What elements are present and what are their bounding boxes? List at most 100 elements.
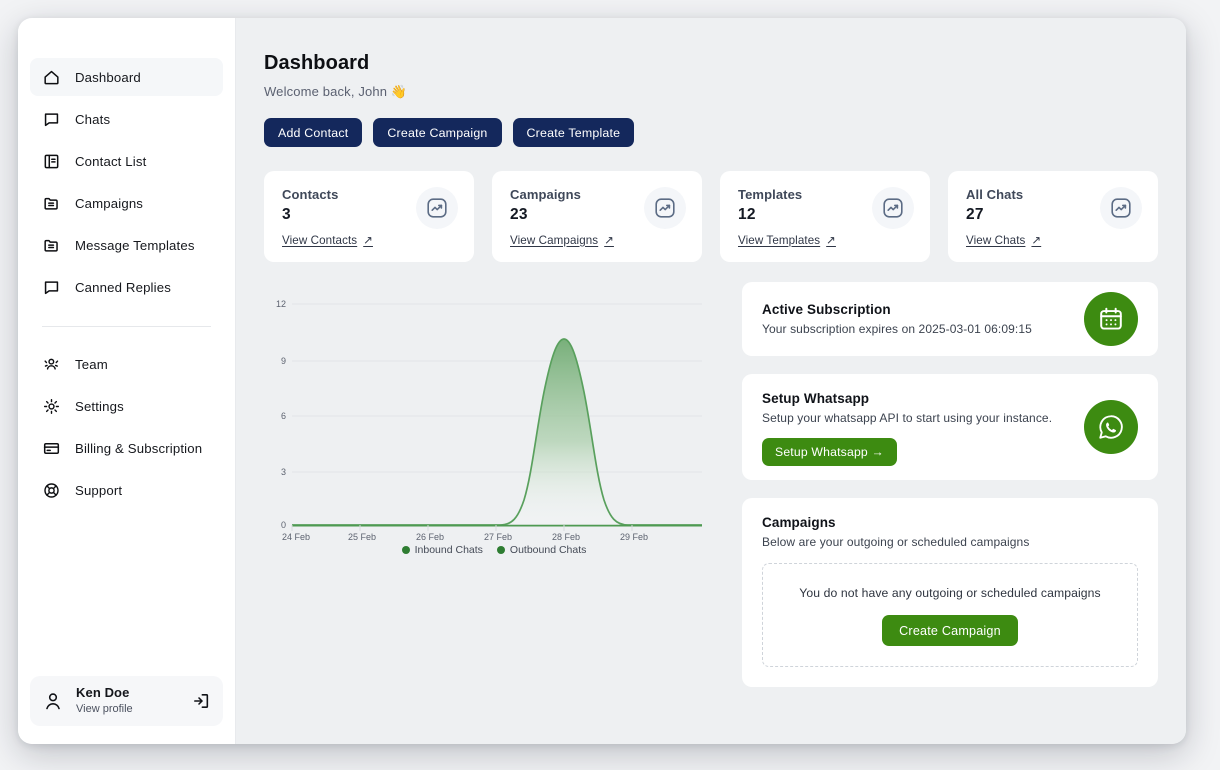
sidebar-item-billing-subscription[interactable]: Billing & Subscription (30, 429, 223, 467)
avatar (42, 690, 64, 712)
ytick-label: 0 (281, 520, 286, 530)
setup-whatsapp-button[interactable]: Setup Whatsapp → (762, 438, 897, 466)
sidebar-secondary-nav: Team Settings Billing & Subscription Sup… (18, 345, 235, 513)
trending-up-icon (644, 187, 686, 229)
view-campaigns-link[interactable]: View Campaigns ↗ (510, 233, 614, 248)
whatsapp-icon (1084, 400, 1138, 454)
sidebar-item-label: Dashboard (75, 69, 141, 85)
chart-area-fill (292, 339, 702, 525)
folder-icon (42, 236, 61, 255)
calendar-icon (1084, 292, 1138, 346)
legend-label: Inbound Chats (414, 544, 483, 556)
gear-icon (42, 397, 61, 416)
legend-color-dot (401, 546, 410, 554)
chart-legend: Inbound Chats Outbound Chats (264, 544, 724, 556)
sidebar-item-support[interactable]: Support (30, 471, 223, 509)
trending-up-icon (872, 187, 914, 229)
sidebar-item-label: Chats (75, 111, 111, 127)
chart-x-axis-labels: 24 Feb 25 Feb 26 Feb 27 Feb 28 Feb 29 Fe… (282, 532, 648, 542)
sidebar-item-settings[interactable]: Settings (30, 387, 223, 425)
whatsapp-title: Setup Whatsapp (762, 391, 870, 406)
sidebar-item-canned-replies[interactable]: Canned Replies (30, 268, 223, 306)
sidebar-item-campaigns[interactable]: Campaigns (30, 184, 223, 222)
home-icon (42, 68, 61, 87)
stat-card-all-chats: All Chats 27 View Chats ↗ (948, 171, 1158, 262)
chats-area-chart: 12 9 6 3 0 24 Feb 25 Feb 26 Feb 27 Feb 2… (264, 282, 724, 572)
ytick-label: 3 (281, 467, 286, 477)
sidebar-item-chats[interactable]: Chats (30, 100, 223, 138)
lifebuoy-icon (42, 481, 61, 500)
sidebar-item-label: Billing & Subscription (75, 440, 203, 456)
xtick-label: 26 Feb (416, 532, 444, 542)
arrow-up-right-icon: ↗ (363, 235, 373, 247)
view-profile-link[interactable]: View profile (76, 702, 179, 717)
create-campaign-button[interactable]: Create Campaign (373, 118, 502, 147)
trending-up-icon (1100, 187, 1142, 229)
whatsapp-description: Setup your whatsapp API to start using y… (762, 411, 1053, 425)
logout-icon[interactable] (191, 691, 211, 711)
credit-card-icon (42, 439, 61, 458)
stat-link-label: View Templates (738, 233, 821, 247)
action-buttons: Add Contact Create Campaign Create Templ… (264, 118, 1158, 147)
xtick-label: 29 Feb (620, 532, 648, 542)
legend-item-outbound-chats[interactable]: Outbound Chats (496, 544, 587, 556)
users-icon (42, 355, 61, 374)
stat-card-templates: Templates 12 View Templates ↗ (720, 171, 930, 262)
subscription-expiry-text: Your subscription expires on 2025-03-01 … (762, 322, 1032, 336)
campaigns-subtitle: Below are your outgoing or scheduled cam… (762, 535, 1030, 549)
stat-card-contacts: Contacts 3 View Contacts ↗ (264, 171, 474, 262)
chart-gridlines (292, 303, 702, 526)
profile-text: Ken Doe View profile (76, 685, 179, 717)
legend-color-dot (496, 546, 505, 554)
profile-card[interactable]: Ken Doe View profile (30, 675, 223, 726)
app-window: Dashboard Chats Contact List Campaigns M… (18, 18, 1186, 744)
sidebar-item-dashboard[interactable]: Dashboard (30, 58, 223, 96)
profile-name: Ken Doe (76, 684, 130, 700)
lower-grid: 12 9 6 3 0 24 Feb 25 Feb 26 Feb 27 Feb 2… (264, 282, 1158, 687)
stat-link-label: View Campaigns (510, 233, 599, 247)
campaigns-empty-text: You do not have any outgoing or schedule… (799, 586, 1101, 600)
welcome-message: Welcome back, John 👋 (264, 84, 408, 99)
stat-link-label: View Chats (966, 233, 1026, 247)
campaigns-card: Campaigns Below are your outgoing or sch… (742, 498, 1158, 687)
sidebar-item-contact-list[interactable]: Contact List (30, 142, 223, 180)
ytick-label: 6 (281, 411, 286, 421)
legend-item-inbound-chats[interactable]: Inbound Chats (401, 544, 483, 556)
ytick-label: 9 (281, 356, 286, 366)
sidebar-primary-nav: Dashboard Chats Contact List Campaigns M… (18, 58, 235, 310)
stat-link-label: View Contacts (282, 233, 358, 247)
sidebar-item-label: Canned Replies (75, 279, 171, 295)
folder-icon (42, 194, 61, 213)
add-contact-button[interactable]: Add Contact (264, 118, 363, 147)
sidebar-item-label: Campaigns (75, 195, 144, 211)
sidebar: Dashboard Chats Contact List Campaigns M… (18, 18, 236, 744)
xtick-label: 28 Feb (552, 532, 580, 542)
chart-y-axis-labels: 12 9 6 3 0 (276, 299, 286, 530)
sidebar-item-label: Contact List (75, 153, 147, 169)
main-content: Dashboard Welcome back, John 👋 Add Conta… (236, 18, 1186, 744)
active-subscription-card: Active Subscription Your subscription ex… (742, 282, 1158, 356)
view-chats-link[interactable]: View Chats ↗ (966, 233, 1042, 248)
sidebar-item-label: Settings (75, 398, 124, 414)
sidebar-item-label: Message Templates (75, 237, 195, 253)
sidebar-item-message-templates[interactable]: Message Templates (30, 226, 223, 264)
right-column: Active Subscription Your subscription ex… (742, 282, 1158, 687)
arrow-up-right-icon: ↗ (826, 235, 836, 247)
create-template-button[interactable]: Create Template (512, 118, 635, 147)
subscription-title: Active Subscription (762, 302, 891, 317)
chart-canvas: 12 9 6 3 0 24 Feb 25 Feb 26 Feb 27 Feb 2… (276, 299, 702, 542)
setup-whatsapp-card: Setup Whatsapp Setup your whatsapp API t… (742, 374, 1158, 480)
xtick-label: 27 Feb (484, 532, 512, 542)
view-contacts-link[interactable]: View Contacts ↗ (282, 233, 373, 248)
chat-bubble-icon (42, 110, 61, 129)
sidebar-item-team[interactable]: Team (30, 345, 223, 383)
view-templates-link[interactable]: View Templates ↗ (738, 233, 836, 248)
legend-label: Outbound Chats (509, 544, 587, 556)
stat-card-campaigns: Campaigns 23 View Campaigns ↗ (492, 171, 702, 262)
chat-bubble-icon (42, 278, 61, 297)
ytick-label: 12 (276, 299, 286, 309)
create-campaign-button[interactable]: Create Campaign (882, 615, 1018, 646)
campaigns-title: Campaigns (762, 515, 836, 530)
arrow-up-right-icon: ↗ (1031, 235, 1042, 247)
